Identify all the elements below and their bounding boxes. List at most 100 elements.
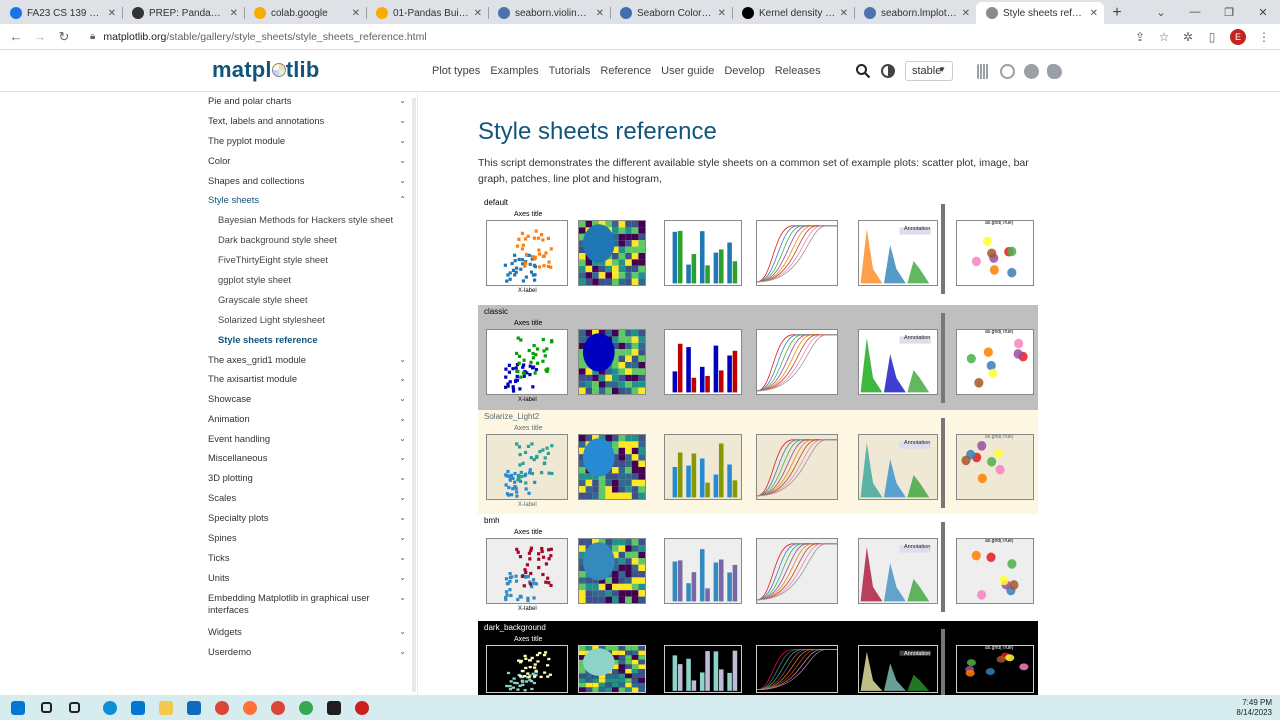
- sidebar-item[interactable]: Embedding Matplotlib in graphical user i…: [208, 592, 406, 616]
- chevron-down-icon[interactable]: ⌄: [399, 626, 406, 638]
- sidebar-item[interactable]: Pie and polar charts ⌄: [208, 95, 408, 107]
- sidebar-item[interactable]: The axes_grid1 module ⌄: [208, 354, 408, 366]
- taskbar-store-icon[interactable]: [124, 697, 152, 719]
- tab-close-icon[interactable]: ✕: [1090, 8, 1098, 19]
- chevron-down-icon[interactable]: ⌄: [399, 592, 406, 604]
- chevron-down-icon[interactable]: ⌄: [399, 452, 406, 464]
- chevron-down-icon[interactable]: ⌄: [399, 115, 406, 127]
- taskbar-edge-icon[interactable]: [96, 697, 124, 719]
- share-icon[interactable]: ⇪: [1128, 30, 1152, 44]
- sidebar-item[interactable]: Specialty plots ⌄: [208, 512, 408, 524]
- matplotlib-logo[interactable]: matpl tlib: [212, 57, 319, 83]
- twitter-icon[interactable]: [1047, 64, 1062, 79]
- close-window-icon[interactable]: ✕: [1246, 6, 1280, 19]
- system-clock[interactable]: 7:49 PM 8/14/2023: [1236, 698, 1272, 718]
- taskbar-task-view-icon[interactable]: [60, 697, 88, 719]
- taskbar-firefox-icon[interactable]: [236, 697, 264, 719]
- browser-tab[interactable]: PREP: Pandas Buil ✕: [122, 2, 244, 24]
- sidebar-item[interactable]: Widgets ⌄: [208, 626, 408, 638]
- address-bar[interactable]: 🔒︎ matplotlib.org/stable/gallery/style_s…: [90, 31, 1128, 43]
- sidebar-item[interactable]: Grayscale style sheet: [218, 294, 417, 306]
- browser-tab[interactable]: Seaborn Color Palette ✕: [610, 2, 732, 24]
- sidebar-item[interactable]: Style sheets ⌃: [208, 194, 408, 206]
- taskbar-chrome-icon[interactable]: [208, 697, 236, 719]
- nav-reference[interactable]: Reference: [600, 65, 651, 77]
- tab-close-icon[interactable]: ✕: [718, 8, 726, 19]
- sidebar-item[interactable]: Shapes and collections ⌄: [208, 175, 408, 187]
- tab-close-icon[interactable]: ✕: [962, 8, 970, 19]
- nav-user-guide[interactable]: User guide: [661, 65, 714, 77]
- taskbar-chrome-profile-2-icon[interactable]: [264, 697, 292, 719]
- sidebar-item[interactable]: Scales ⌄: [208, 492, 408, 504]
- browser-tab[interactable]: FA23 CS 139 3250 ✕: [0, 2, 122, 24]
- chevron-down-icon[interactable]: ⌄: [399, 646, 406, 658]
- tab-close-icon[interactable]: ✕: [352, 8, 360, 19]
- extensions-icon[interactable]: ✲: [1176, 30, 1200, 44]
- new-tab-button[interactable]: +: [1104, 2, 1130, 24]
- browser-tab[interactable]: Style sheets reference ✕: [976, 2, 1104, 24]
- profile-avatar[interactable]: E: [1230, 28, 1246, 45]
- discourse-icon[interactable]: [977, 64, 989, 79]
- sidebar-item[interactable]: FiveThirtyEight style sheet: [218, 254, 417, 266]
- nav-examples[interactable]: Examples: [490, 65, 538, 77]
- bookmark-star-icon[interactable]: ☆: [1152, 30, 1176, 44]
- chevron-down-icon[interactable]: ⌄: [399, 95, 406, 107]
- minimize-icon[interactable]: —: [1178, 6, 1212, 18]
- sidebar-item[interactable]: Ticks ⌄: [208, 552, 408, 564]
- browser-tab[interactable]: 01-Pandas Built-in Da ✕: [366, 2, 488, 24]
- chevron-down-icon[interactable]: ⌄: [399, 155, 406, 167]
- sidebar-item[interactable]: Units ⌄: [208, 572, 408, 584]
- chevron-up-icon[interactable]: ⌃: [399, 194, 406, 206]
- back-icon[interactable]: ←: [4, 29, 28, 44]
- taskbar-file-explorer-icon[interactable]: [152, 697, 180, 719]
- chevron-down-icon[interactable]: ⌄: [399, 433, 406, 445]
- gitter-icon[interactable]: [1000, 64, 1015, 79]
- tab-close-icon[interactable]: ✕: [840, 8, 848, 19]
- nav-develop[interactable]: Develop: [724, 65, 764, 77]
- browser-tab[interactable]: seaborn.lmplot — sea ✕: [854, 2, 976, 24]
- theme-toggle-icon[interactable]: [881, 64, 895, 78]
- chevron-down-icon[interactable]: ⌄: [399, 175, 406, 187]
- chevron-down-icon[interactable]: ⌄: [399, 135, 406, 147]
- sidebar-item[interactable]: Style sheets reference: [218, 334, 417, 346]
- sidebar-scrollbar[interactable]: [412, 98, 416, 692]
- sidebar-item[interactable]: Spines ⌄: [208, 532, 408, 544]
- sidebar-item[interactable]: Solarized Light stylesheet: [218, 314, 417, 326]
- tab-close-icon[interactable]: ✕: [108, 8, 116, 19]
- nav-plot-types[interactable]: Plot types: [432, 65, 480, 77]
- sidebar-item[interactable]: The pyplot module ⌄: [208, 135, 408, 147]
- browser-tab[interactable]: Kernel density estim ✕: [732, 2, 854, 24]
- chevron-down-icon[interactable]: ⌄: [399, 373, 406, 385]
- tab-close-icon[interactable]: ✕: [230, 8, 238, 19]
- chevron-down-icon[interactable]: ⌄: [399, 413, 406, 425]
- taskbar-start-icon[interactable]: [4, 697, 32, 719]
- tab-search-icon[interactable]: ⌄: [1144, 6, 1178, 19]
- reload-icon[interactable]: ↻: [52, 29, 76, 45]
- github-icon[interactable]: [1024, 64, 1039, 79]
- sidebar-item[interactable]: Userdemo ⌄: [208, 646, 408, 658]
- chevron-down-icon[interactable]: ⌄: [399, 552, 406, 564]
- side-panel-icon[interactable]: ▯: [1200, 30, 1224, 44]
- version-switcher[interactable]: stable ▼: [905, 61, 953, 81]
- chevron-down-icon[interactable]: ⌄: [399, 512, 406, 524]
- sidebar-item[interactable]: Event handling ⌄: [208, 433, 408, 445]
- chevron-down-icon[interactable]: ⌄: [399, 472, 406, 484]
- maximize-icon[interactable]: ❐: [1212, 6, 1246, 19]
- sidebar-item[interactable]: Showcase ⌄: [208, 393, 408, 405]
- sidebar-item[interactable]: Dark background style sheet: [218, 234, 417, 246]
- chevron-down-icon[interactable]: ⌄: [399, 532, 406, 544]
- sidebar-item[interactable]: Text, labels and annotations ⌄: [208, 115, 408, 127]
- lock-icon[interactable]: 🔒︎: [90, 31, 95, 42]
- taskbar-terminal-icon[interactable]: [320, 697, 348, 719]
- sidebar-item[interactable]: 3D plotting ⌄: [208, 472, 408, 484]
- chevron-down-icon[interactable]: ⌄: [399, 354, 406, 366]
- taskbar-mail-icon[interactable]: [180, 697, 208, 719]
- tab-close-icon[interactable]: ✕: [474, 8, 482, 19]
- browser-tab[interactable]: colab.google ✕: [244, 2, 366, 24]
- sidebar-item[interactable]: Miscellaneous ⌄: [208, 452, 408, 464]
- taskbar-app-red-icon[interactable]: [348, 697, 376, 719]
- sidebar-item[interactable]: ggplot style sheet: [218, 274, 417, 286]
- tab-close-icon[interactable]: ✕: [596, 8, 604, 19]
- chevron-down-icon[interactable]: ⌄: [399, 393, 406, 405]
- nav-tutorials[interactable]: Tutorials: [549, 65, 591, 77]
